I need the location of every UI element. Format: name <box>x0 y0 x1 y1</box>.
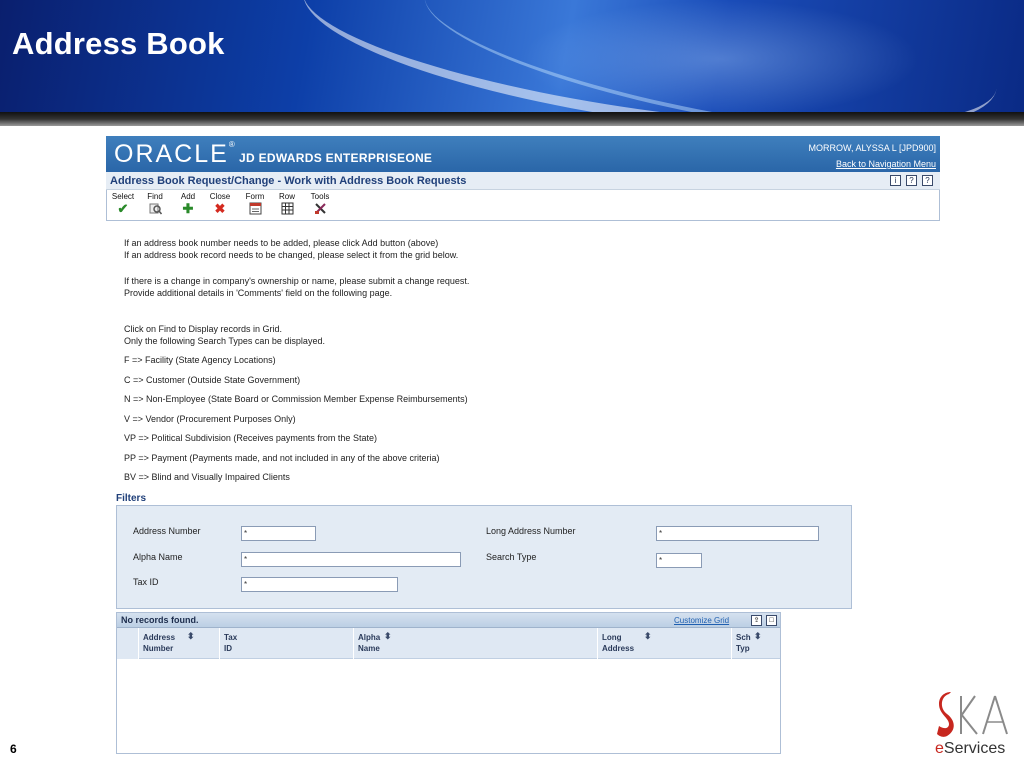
oracle-logo: ORACLE® <box>114 140 237 168</box>
form-icon <box>243 202 267 218</box>
search-type-item: F => Facility (State Agency Locations) <box>124 355 276 365</box>
alpha-name-label: Alpha Name <box>133 552 183 562</box>
form-title: Address Book Request/Change - Work with … <box>110 175 467 187</box>
sort-icon: ⬍ <box>187 631 195 641</box>
sort-icon: ⬍ <box>754 631 762 641</box>
app-window: ORACLE® JD EDWARDS ENTERPRISEONE MORROW,… <box>106 136 940 221</box>
row-menu-button[interactable]: Row <box>276 192 298 218</box>
export-icon[interactable]: ⇪ <box>751 615 762 626</box>
maximize-icon[interactable]: □ <box>766 615 777 626</box>
grid-header: Address Number ⬍ Tax ID Alpha Name ⬍ Lon… <box>117 628 780 659</box>
tax-id-field[interactable] <box>241 577 398 592</box>
search-type-item: BV => Blind and Visually Impaired Client… <box>124 472 290 482</box>
row-icon <box>276 202 298 218</box>
grid-status: No records found. <box>121 615 199 625</box>
grid-select-column <box>117 628 138 659</box>
close-button[interactable]: Close ✖ <box>208 192 232 216</box>
grid-toolbar: No records found. Customize Grid ⇪ □ <box>117 613 780 628</box>
info-icon[interactable]: i <box>890 175 901 186</box>
search-type-label: Search Type <box>486 552 537 562</box>
app-header: ORACLE® JD EDWARDS ENTERPRISEONE MORROW,… <box>106 136 940 172</box>
select-button[interactable]: Select ✔ <box>110 192 136 216</box>
banner-divider <box>0 112 1024 126</box>
sort-icon: ⬍ <box>644 631 652 641</box>
add-icon: ✚ <box>182 201 194 216</box>
eservices-brand: eServices <box>935 740 1006 757</box>
column-sch-typ[interactable]: Sch Typ ⬍ <box>731 628 780 659</box>
help-icon[interactable]: ? <box>906 175 917 186</box>
address-number-label: Address Number <box>133 526 201 536</box>
column-address-number[interactable]: Address Number ⬍ <box>138 628 219 659</box>
slide: Address Book ORACLE® JD EDWARDS ENTERPRI… <box>0 0 1024 768</box>
toolbar: Select ✔ Find Add ✚ Close ✖ Form Row Too… <box>106 190 940 221</box>
instruction-line: If an address book number needs to be ad… <box>124 238 439 248</box>
address-number-field[interactable] <box>241 526 316 541</box>
tax-id-label: Tax ID <box>133 577 159 587</box>
search-type-item: C => Customer (Outside State Government) <box>124 375 301 385</box>
alpha-name-field[interactable] <box>241 552 461 567</box>
tools-menu-button[interactable]: Tools <box>308 192 332 218</box>
sort-icon: ⬍ <box>384 631 392 641</box>
find-button[interactable]: Find <box>144 192 166 218</box>
find-icon <box>144 202 166 218</box>
form-menu-button[interactable]: Form <box>243 192 267 218</box>
instruction-line: If there is a change in company's owners… <box>124 276 470 286</box>
filters-panel: Address Number Alpha Name Tax ID Long Ad… <box>116 505 852 609</box>
search-type-item: N => Non-Employee (State Board or Commis… <box>124 394 468 404</box>
close-icon: ✖ <box>214 201 226 216</box>
check-icon: ✔ <box>117 201 129 216</box>
add-button[interactable]: Add ✚ <box>177 192 199 216</box>
column-long-address[interactable]: Long Address ⬍ <box>597 628 731 659</box>
column-alpha-name[interactable]: Alpha Name ⬍ <box>353 628 597 659</box>
instruction-line: Click on Find to Display records in Grid… <box>124 324 283 334</box>
page-number: 6 <box>10 742 17 756</box>
user-name: MORROW, ALYSSA L [JPD900] <box>808 143 936 153</box>
results-grid: No records found. Customize Grid ⇪ □ Add… <box>116 612 781 754</box>
filters-heading: Filters <box>116 493 147 504</box>
product-name: JD EDWARDS ENTERPRISEONE <box>239 151 433 165</box>
search-type-item: PP => Payment (Payments made, and not in… <box>124 453 440 463</box>
long-address-number-field[interactable] <box>656 526 819 541</box>
form-titlebar: Address Book Request/Change - Work with … <box>106 172 940 190</box>
long-address-number-label: Long Address Number <box>486 526 576 536</box>
search-type-item: VP => Political Subdivision (Receives pa… <box>124 433 377 443</box>
slide-title: Address Book <box>12 26 225 61</box>
item-help-icon[interactable]: ? <box>922 175 933 186</box>
instruction-line: If an address book record needs to be ch… <box>124 250 459 260</box>
tools-icon <box>308 202 332 218</box>
instruction-line: Only the following Search Types can be d… <box>124 336 325 346</box>
search-type-field[interactable] <box>656 553 702 568</box>
instruction-line: Provide additional details in 'Comments'… <box>124 288 393 298</box>
search-type-item: V => Vendor (Procurement Purposes Only) <box>124 414 296 424</box>
column-tax-id[interactable]: Tax ID <box>219 628 353 659</box>
back-to-navigation-link[interactable]: Back to Navigation Menu <box>836 159 936 169</box>
customize-grid-link[interactable]: Customize Grid <box>674 616 729 625</box>
